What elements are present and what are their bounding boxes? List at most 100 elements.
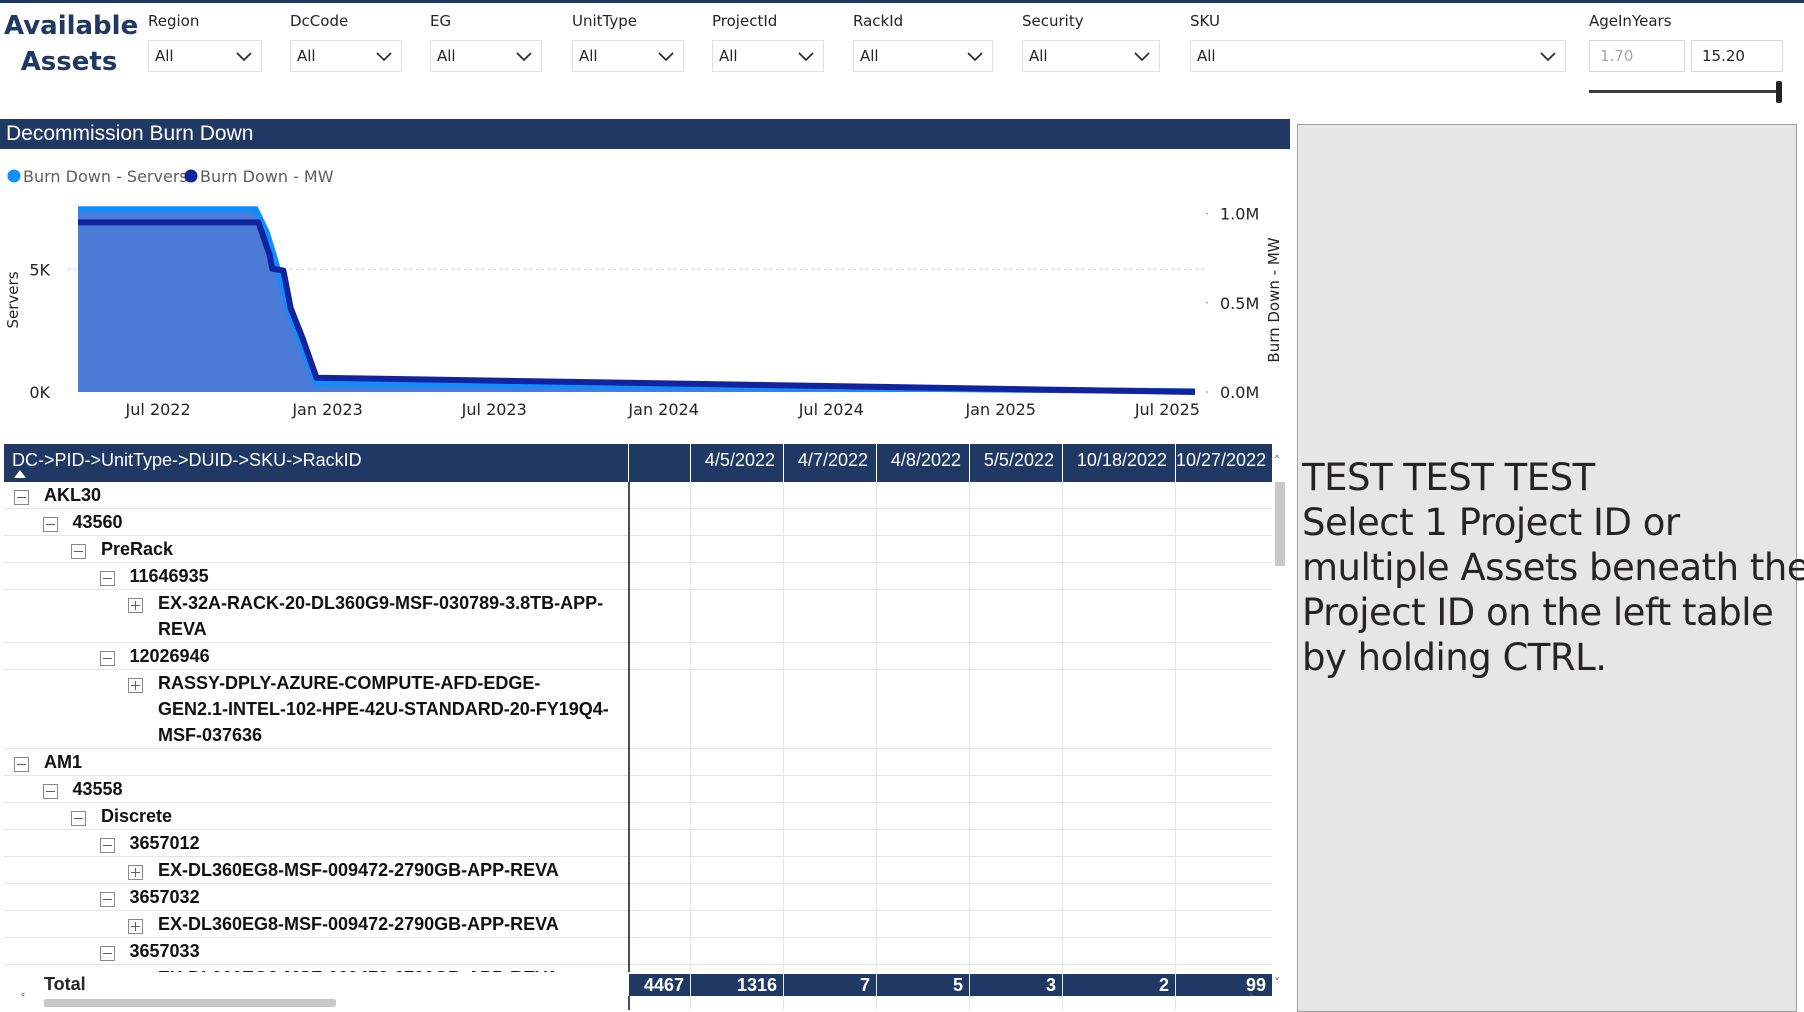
slicer-dropdown[interactable]: All xyxy=(148,40,262,72)
page-title-line2: Assets xyxy=(20,47,118,77)
collapse-icon[interactable] xyxy=(42,517,58,532)
chevron-down-icon[interactable] xyxy=(657,47,675,65)
slicer-value: All xyxy=(579,47,598,65)
age-slider-track[interactable] xyxy=(1589,90,1781,93)
matrix-rows: AKL30 43560 PreRack 11646935 EX-32A-RACK-20-… xyxy=(4,482,1272,1010)
table-row[interactable]: Discrete xyxy=(4,803,1272,830)
table-row[interactable]: EX-DL360EG8-MSF-009472-2790GB-APP-REVA xyxy=(4,911,1272,938)
column-header[interactable] xyxy=(628,444,690,482)
slicer-label: SKU xyxy=(1190,12,1220,30)
chart-header: Decommission Burn Down xyxy=(0,119,1290,149)
collapse-icon[interactable] xyxy=(42,784,58,799)
chevron-down-icon[interactable] xyxy=(235,47,253,65)
slicer-dropdown[interactable]: All xyxy=(290,40,402,72)
chevron-down-icon[interactable] xyxy=(515,47,533,65)
column-header[interactable]: 5/5/2022 xyxy=(969,444,1062,482)
slicer-dropdown[interactable]: All xyxy=(1190,40,1566,72)
x-tick-label: Jul 2023 xyxy=(461,400,527,419)
slicer-label: Security xyxy=(1022,12,1084,30)
collapse-icon[interactable] xyxy=(99,651,115,666)
row-label: EX-32A-RACK-20-DL360G9-MSF-030789-3.8TB-… xyxy=(158,593,604,639)
slicer-dropdown[interactable]: All xyxy=(853,40,993,72)
horizontal-scrollbar[interactable]: ˂ ˃ xyxy=(4,992,1272,1008)
y-right-tick-mark xyxy=(1206,301,1208,304)
top-border xyxy=(0,0,1804,3)
collapse-icon[interactable] xyxy=(71,544,86,559)
column-header[interactable]: 4/8/2022 xyxy=(876,444,969,482)
table-row[interactable]: 11646935 xyxy=(4,563,1272,590)
column-header[interactable]: 10/27/2022 xyxy=(1175,444,1272,482)
column-header[interactable]: 4/5/2022 xyxy=(690,444,783,482)
collapse-icon[interactable] xyxy=(99,892,115,907)
slicer-dropdown[interactable]: All xyxy=(1022,40,1160,72)
sort-ascending-icon[interactable] xyxy=(14,470,26,478)
table-row[interactable]: PreRack xyxy=(4,536,1272,563)
slicer-dccode: DcCode All xyxy=(290,10,402,72)
collapse-icon[interactable] xyxy=(14,490,29,505)
slicer-dropdown[interactable]: All xyxy=(572,40,684,72)
info-line: Project ID on the left table xyxy=(1302,591,1774,634)
row-label: AKL30 xyxy=(44,485,102,505)
expand-icon[interactable] xyxy=(128,919,143,934)
total-cell: 4467 xyxy=(628,974,690,996)
age-slider-handle[interactable] xyxy=(1776,81,1782,103)
slicer-label: Region xyxy=(148,12,200,30)
servers-area xyxy=(78,209,1195,392)
vertical-scroll-thumb[interactable] xyxy=(1275,482,1285,566)
chevron-down-icon[interactable] xyxy=(1133,47,1151,65)
table-row[interactable]: EX-DL360EG8-MSF-009472-2790GB-APP-REVA xyxy=(4,857,1272,884)
table-row[interactable]: EX-32A-RACK-20-DL360G9-MSF-030789-3.8TB-… xyxy=(4,590,1272,643)
y-right-tick-label: 1.0M xyxy=(1220,205,1259,224)
expand-icon[interactable] xyxy=(128,865,143,880)
x-tick-label: Jan 2025 xyxy=(964,400,1035,419)
column-divider xyxy=(1175,482,1176,1010)
collapse-icon[interactable] xyxy=(99,571,115,586)
table-row[interactable]: 43560 xyxy=(4,509,1272,536)
table-row[interactable]: AKL30 xyxy=(4,482,1272,509)
y-right-tick-mark xyxy=(1206,391,1208,393)
age-max-input[interactable]: 15.20 xyxy=(1691,40,1783,72)
vertical-scrollbar[interactable]: ˄ ˅ xyxy=(1272,444,1286,1000)
slicer-value: All xyxy=(1197,47,1216,65)
chevron-down-icon[interactable] xyxy=(1539,47,1557,65)
column-header[interactable]: 10/18/2022 xyxy=(1062,444,1175,482)
scroll-up-icon[interactable]: ˄ xyxy=(1274,454,1280,468)
table-row[interactable]: 3657012 xyxy=(4,830,1272,857)
expand-icon[interactable] xyxy=(128,678,143,693)
slicer-dropdown[interactable]: All xyxy=(712,40,824,72)
collapse-icon[interactable] xyxy=(14,757,29,772)
collapse-icon[interactable] xyxy=(99,838,115,853)
table-row[interactable]: 3657033 xyxy=(4,938,1272,965)
y-right-tick-label: 0.5M xyxy=(1220,294,1259,313)
horizontal-scroll-thumb[interactable] xyxy=(44,999,336,1007)
chevron-down-icon[interactable] xyxy=(375,47,393,65)
slicer-region: Region All xyxy=(148,10,262,72)
slicer-value: All xyxy=(437,47,456,65)
info-text: TEST TEST TEST Select 1 Project ID or mu… xyxy=(1302,455,1804,680)
chevron-down-icon[interactable] xyxy=(797,47,815,65)
legend-marker xyxy=(7,169,21,183)
y-right-tick-label: 0.0M xyxy=(1220,383,1259,402)
slicer-label: ProjectId xyxy=(712,12,778,30)
collapse-icon[interactable] xyxy=(71,811,86,826)
column-divider xyxy=(690,482,691,1010)
column-header[interactable]: 4/7/2022 xyxy=(783,444,876,482)
row-header-title[interactable]: DC->PID->UnitType->DUID->SKU->RackID xyxy=(12,444,362,476)
table-row[interactable]: 12026946 xyxy=(4,643,1272,670)
expand-icon[interactable] xyxy=(128,598,143,613)
table-row[interactable]: AM1 xyxy=(4,749,1272,776)
slicer-value: All xyxy=(155,47,174,65)
table-row[interactable]: 3657032 xyxy=(4,884,1272,911)
collapse-icon[interactable] xyxy=(99,946,115,961)
chevron-down-icon[interactable] xyxy=(966,47,984,65)
row-label: RASSY-DPLY-AZURE-COMPUTE-AFD-EDGE-GEN2.1… xyxy=(158,673,609,745)
scroll-down-icon[interactable]: ˅ xyxy=(1274,976,1280,990)
age-min-input[interactable]: 1.70 xyxy=(1589,40,1685,72)
page-title-line1: Available xyxy=(4,11,139,41)
scroll-right-icon[interactable]: ˃ xyxy=(1248,992,1254,1006)
scroll-left-icon[interactable]: ˂ xyxy=(20,992,26,1006)
slicer-value: All xyxy=(719,47,738,65)
slicer-dropdown[interactable]: All xyxy=(430,40,542,72)
table-row[interactable]: RASSY-DPLY-AZURE-COMPUTE-AFD-EDGE-GEN2.1… xyxy=(4,670,1272,749)
table-row[interactable]: 43558 xyxy=(4,776,1272,803)
